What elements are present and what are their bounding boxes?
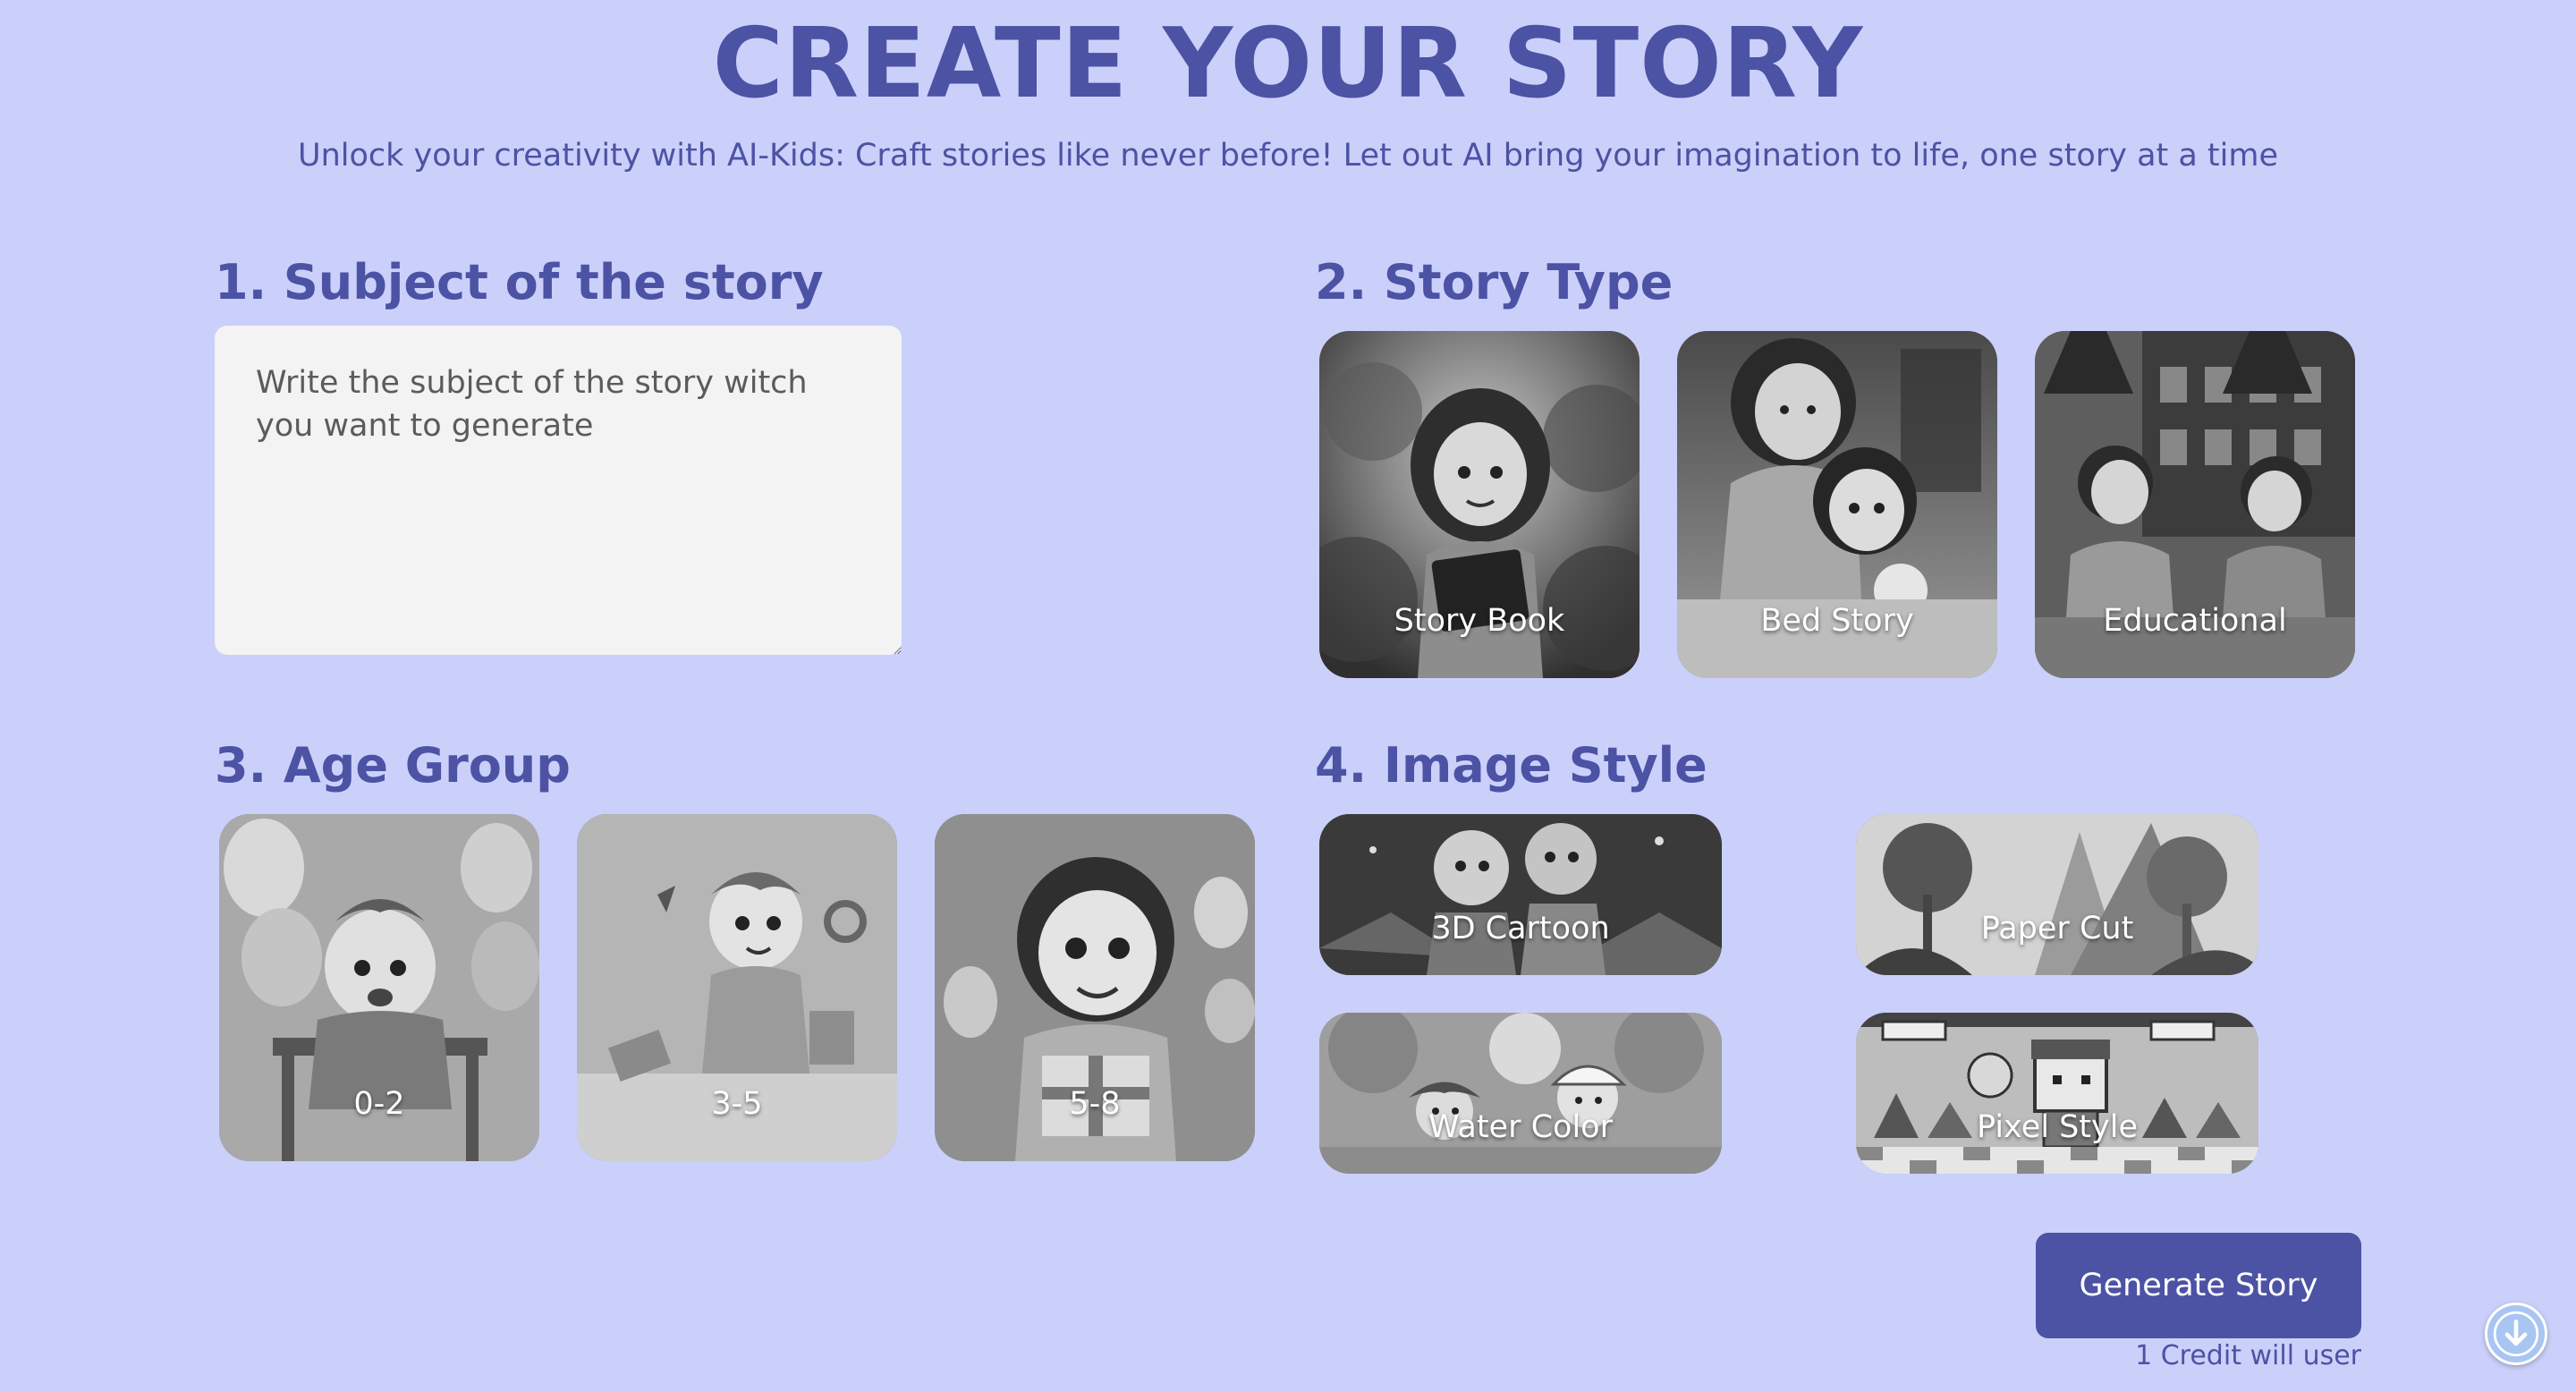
- image-style-card-pixel-style[interactable]: Pixel Style: [1856, 1013, 2258, 1174]
- image-style-heading: 4. Image Style: [1315, 737, 1707, 794]
- age-group-label: 3-5: [711, 1086, 763, 1122]
- image-style-label: 3D Cartoon: [1431, 911, 1610, 946]
- story-type-heading: 2. Story Type: [1315, 254, 1674, 310]
- age-group-label: 5-8: [1069, 1086, 1121, 1122]
- age-group-heading: 3. Age Group: [215, 737, 571, 794]
- page-subtitle: Unlock your creativity with AI-Kids: Cra…: [297, 138, 2279, 174]
- create-story-page: CREATE YOUR STORY Unlock your creativity…: [0, 0, 2576, 1392]
- image-style-card-3d-cartoon[interactable]: 3D Cartoon: [1319, 814, 1722, 975]
- age-group-card-0-2[interactable]: 0-2: [219, 814, 539, 1161]
- story-type-label: Educational: [2103, 603, 2287, 639]
- subject-input[interactable]: [215, 326, 902, 655]
- story-type-card-educational[interactable]: Educational: [2035, 331, 2355, 678]
- arrow-down-circle-icon: [2493, 1311, 2539, 1357]
- story-type-card-story-book[interactable]: Story Book: [1319, 331, 1640, 678]
- image-style-card-paper-cut[interactable]: Paper Cut: [1856, 814, 2258, 975]
- water-color-illustration: [1319, 1013, 1722, 1174]
- paper-cut-illustration: [1856, 814, 2258, 975]
- subject-heading: 1. Subject of the story: [215, 254, 824, 310]
- story-type-label: Story Book: [1394, 603, 1565, 639]
- scroll-down-button[interactable]: [2485, 1303, 2547, 1365]
- image-style-label: Water Color: [1428, 1109, 1613, 1145]
- image-style-label: Paper Cut: [1980, 911, 2134, 946]
- image-style-label: Pixel Style: [1977, 1109, 2138, 1145]
- page-title: CREATE YOUR STORY: [712, 8, 1864, 120]
- generate-story-button[interactable]: Generate Story: [2036, 1233, 2361, 1338]
- pixel-style-illustration: [1856, 1013, 2258, 1174]
- age-group-card-5-8[interactable]: 5-8: [935, 814, 1255, 1161]
- image-style-card-water-color[interactable]: Water Color: [1319, 1013, 1722, 1174]
- story-type-label: Bed Story: [1760, 603, 1914, 639]
- age-group-card-3-5[interactable]: 3-5: [577, 814, 897, 1161]
- 3d-cartoon-illustration: [1319, 814, 1722, 975]
- age-group-label: 0-2: [353, 1086, 405, 1122]
- credit-note: 1 Credit will user: [2135, 1340, 2361, 1371]
- story-type-card-bed-story[interactable]: Bed Story: [1677, 331, 1997, 678]
